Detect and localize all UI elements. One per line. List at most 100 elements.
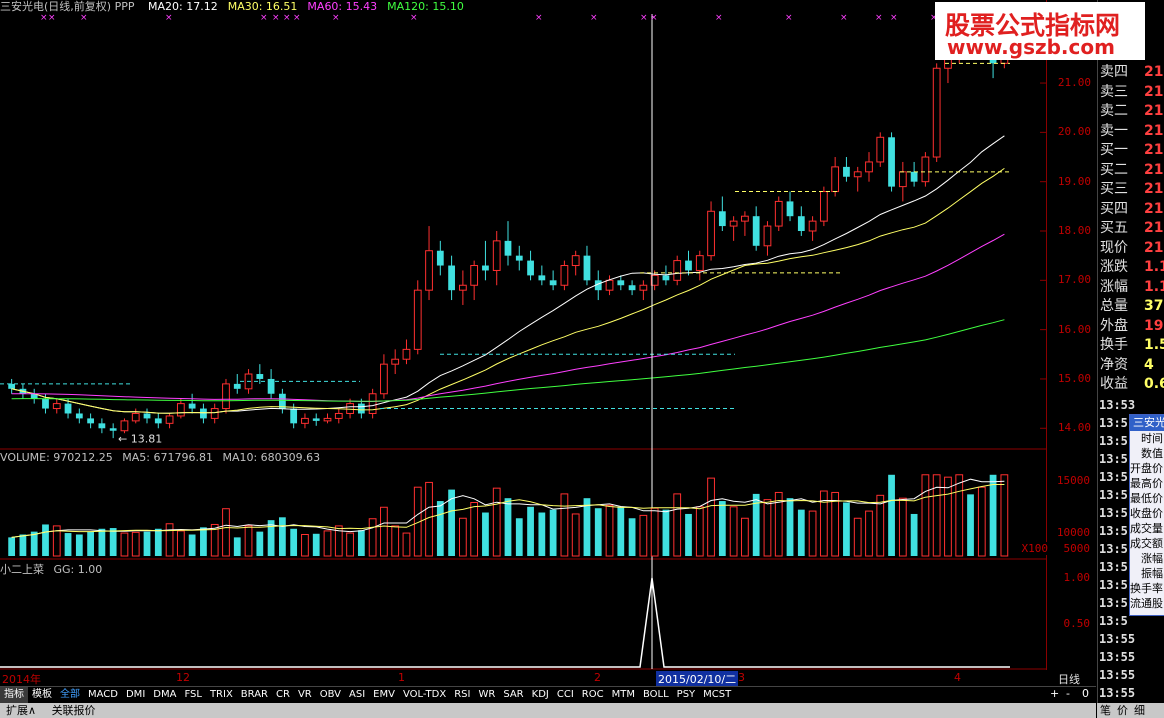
volume-bar: [888, 474, 895, 556]
quote-row: 买三 21: [1100, 179, 1163, 199]
zoom-out-button[interactable]: -: [1066, 687, 1070, 700]
volume-bar: [549, 509, 557, 556]
volume-bar: [1000, 474, 1009, 557]
candle-body: [165, 415, 174, 424]
reset-button[interactable]: 0: [1082, 687, 1089, 700]
indicator-tab-sar[interactable]: SAR: [499, 687, 527, 703]
popup-item: 换手率: [1130, 582, 1163, 595]
zoom-in-button[interactable]: +: [1050, 687, 1059, 700]
candle-body: [87, 418, 94, 424]
tick-time: 13:55: [1099, 686, 1136, 700]
tick-time: 13:5: [1099, 542, 1128, 556]
signal-marker: ×: [40, 13, 48, 23]
indicator-tab-emv[interactable]: EMV: [369, 687, 399, 703]
date-m3: 3: [738, 671, 745, 684]
popup-item: 时间: [1141, 432, 1163, 445]
indicator-tab-kdj[interactable]: KDJ: [528, 687, 553, 703]
candle-body: [380, 363, 388, 395]
indicator-tab-mtm[interactable]: MTM: [608, 687, 639, 703]
expand-button[interactable]: 扩展∧: [0, 703, 42, 718]
volume-bar: [538, 512, 546, 556]
signal-marker: ×: [48, 13, 56, 23]
signal-marker: ×: [785, 13, 793, 23]
indicator-tab-macd[interactable]: MACD: [84, 687, 122, 703]
indicator-tab-vr[interactable]: VR: [294, 687, 316, 703]
signal-marker: ×: [535, 13, 543, 23]
volume-bar: [583, 498, 591, 556]
candle-body: [707, 210, 715, 257]
indicator-label-row: 小二上菜 GG: 1.00: [0, 561, 102, 577]
linked-quote-button[interactable]: 关联报价: [46, 703, 102, 718]
volume-bar: [718, 501, 726, 556]
quote-row: 卖一 21: [1100, 121, 1163, 141]
volume-bar: [843, 502, 850, 556]
indicator-tick: 0.50: [1063, 617, 1091, 630]
signal-marker: ×: [890, 13, 898, 23]
indicator-tab-dma[interactable]: DMA: [149, 687, 180, 703]
popup-item: 振幅: [1141, 567, 1163, 580]
indicator-tab-roc[interactable]: ROC: [578, 687, 608, 703]
indicator-tab-boll[interactable]: BOLL: [639, 687, 673, 703]
indicator-tab-模板[interactable]: 模板: [28, 687, 56, 703]
indicator-tab-全部[interactable]: 全部: [56, 687, 84, 703]
indicator-tab-cci[interactable]: CCI: [553, 687, 578, 703]
indicator-tick: 1.00: [1063, 571, 1091, 584]
period-label[interactable]: 日线: [1058, 671, 1080, 687]
candle-body: [402, 348, 411, 360]
indicator-tab-psy[interactable]: PSY: [673, 687, 700, 703]
signal-marker: ×: [260, 13, 268, 23]
right-tab-2[interactable]: 细: [1131, 703, 1148, 718]
quote-row: 卖二 21: [1100, 101, 1163, 121]
volume-bar: [492, 487, 501, 557]
candle-body: [413, 289, 422, 350]
candle-body: [605, 279, 614, 291]
volume-bar: [402, 532, 411, 557]
kline-chart[interactable]: ← 13.81×××××××××××××××××××××: [0, 0, 1046, 670]
quote-value: 21: [1144, 142, 1164, 158]
volume-bar: [176, 530, 185, 557]
volume-bar: [165, 523, 174, 557]
indicator-tab-trix[interactable]: TRIX: [206, 687, 237, 703]
indicator-tab-mcst[interactable]: MCST: [699, 687, 735, 703]
tick-time: 13:55: [1099, 668, 1136, 682]
signal-marker: ×: [840, 13, 848, 23]
quote-key: 收益: [1100, 376, 1128, 392]
indicator-tab-brar[interactable]: BRAR: [237, 687, 272, 703]
popup-item: 流通股: [1130, 597, 1163, 610]
candle-body: [391, 358, 400, 365]
indicator-tab-指标[interactable]: 指标: [0, 687, 28, 703]
candle-body: [482, 265, 489, 271]
candle-body: [301, 417, 309, 424]
quote-value: 4: [1144, 356, 1154, 373]
indicator-tab-asi[interactable]: ASI: [345, 687, 369, 703]
volume-bar: [143, 531, 151, 556]
quote-key: 净资: [1100, 356, 1128, 373]
candle-body: [695, 255, 704, 271]
right-tab-1[interactable]: 价: [1114, 703, 1131, 718]
indicator-tab-obv[interactable]: OBV: [316, 687, 345, 703]
candle-body: [425, 250, 433, 291]
indicator-tab-cr[interactable]: CR: [272, 687, 294, 703]
volume-bar: [391, 525, 400, 557]
candle-body: [549, 280, 557, 286]
indicator-tab-fsl[interactable]: FSL: [180, 687, 206, 703]
tick-time: 13:5: [1099, 452, 1128, 466]
volume-bar: [482, 512, 489, 556]
tick-time: 13:55: [1099, 650, 1136, 664]
indicator-tab-rsi[interactable]: RSI: [450, 687, 474, 703]
quote-key: 买三: [1100, 181, 1128, 197]
candle-body: [109, 428, 117, 431]
kline-chart-svg[interactable]: ← 13.81×××××××××××××××××××××: [0, 0, 1046, 670]
indicator-tab-dmi[interactable]: DMI: [122, 687, 149, 703]
quote-key: 买五: [1100, 220, 1128, 236]
candle-body: [538, 275, 546, 281]
indicator-tab-wr[interactable]: WR: [474, 687, 499, 703]
volume-bar: [898, 497, 907, 557]
tick-time: 13:5: [1099, 470, 1128, 484]
quote-row: 现价 21: [1100, 238, 1163, 258]
quote-row: 外盘 1910: [1100, 316, 1164, 336]
volume-bar: [436, 501, 444, 556]
indicator-tab-vol-tdx[interactable]: VOL-TDX: [399, 687, 450, 703]
right-tab-0[interactable]: 笔: [1097, 703, 1114, 718]
candle-body: [843, 166, 850, 177]
